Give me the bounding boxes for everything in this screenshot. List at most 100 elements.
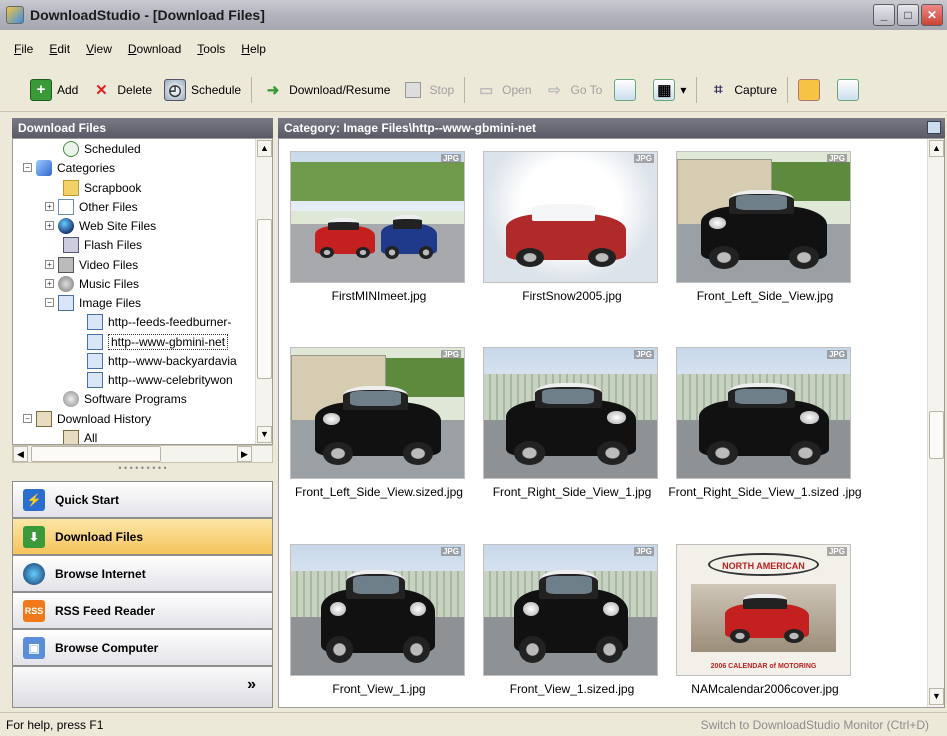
jpg-badge: JPG [440, 154, 461, 163]
thumbnail-image[interactable]: JPG [290, 151, 465, 283]
chevron-down-icon[interactable]: ▾ [680, 83, 686, 97]
tree-item-flash-files[interactable]: Flash Files [63, 235, 142, 254]
go-to-folder-icon: ⇨ [548, 81, 561, 99]
view-mode-button[interactable]: ▦ ▾ [647, 75, 692, 105]
menu-tools[interactable]: Tools [189, 40, 233, 58]
tree-item-feeds-feedburner[interactable]: http--feeds-feedburner- [87, 312, 231, 331]
right-panel-header: Category: Image Files\http--www-gbmini-n… [278, 118, 945, 138]
nav-download-files[interactable]: ⬇ Download Files [12, 518, 273, 555]
browser-icon [23, 562, 45, 585]
tree-item-all[interactable]: All [63, 428, 97, 444]
tree-item-scheduled[interactable]: Scheduled [63, 139, 141, 158]
menu-file[interactable]: File [6, 40, 41, 58]
jpg-badge: JPG [826, 350, 847, 359]
title-bar[interactable]: DownloadStudio - [Download Files] _ □ ✕ [0, 0, 947, 30]
tree-item-celebritywon[interactable]: http--www-celebritywon [87, 370, 233, 389]
splitter-handle[interactable]: • • • • • • • • • [12, 463, 273, 481]
properties-button[interactable] [608, 75, 647, 105]
add-button[interactable]: + Add [24, 75, 84, 105]
nav-quick-start[interactable]: ⚡ Quick Start [12, 481, 273, 518]
thumbnail-image[interactable]: JPG [676, 151, 851, 283]
scroll-up-icon[interactable]: ▲ [257, 140, 272, 157]
tree-item-categories[interactable]: − Categories [23, 158, 115, 177]
collapse-icon[interactable]: − [23, 414, 32, 423]
menu-download[interactable]: Download [120, 40, 189, 58]
menu-help[interactable]: Help [233, 40, 274, 58]
app-window: DownloadStudio - [Download Files] _ □ ✕ … [0, 0, 947, 736]
toolbar-separator [251, 76, 253, 103]
stop-button[interactable]: Stop [396, 75, 460, 105]
go-to-button[interactable]: ⇨ Go To [538, 75, 609, 105]
tree-item-gbmini-net[interactable]: http--www-gbmini-net [87, 332, 229, 351]
clipboard-icon [798, 78, 821, 101]
thumbnail-caption: FirstMINImeet.jpg [331, 289, 427, 303]
tree-horizontal-scrollbar[interactable]: ◀ ▶ [12, 445, 273, 463]
expand-icon[interactable]: + [45, 202, 54, 211]
jpg-badge: JPG [440, 350, 461, 359]
window-icon [837, 78, 860, 101]
panel-options-icon[interactable] [927, 121, 941, 134]
thumbnail-caption: NAMcalendar2006cover.jpg [691, 682, 839, 696]
tree-item-scrapbook[interactable]: Scrapbook [63, 178, 141, 197]
expand-icon[interactable]: + [45, 221, 54, 230]
view-grid-icon: ▦ [653, 78, 676, 101]
thumbnail-image[interactable]: JPG [483, 347, 658, 479]
software-icon [63, 390, 79, 407]
menu-edit[interactable]: Edit [41, 40, 78, 58]
jpg-badge: JPG [633, 350, 654, 359]
jpg-badge: JPG [633, 154, 654, 163]
thumbnail-image[interactable]: JPG [483, 544, 658, 676]
jpg-badge: JPG [440, 547, 461, 556]
tree-vertical-scrollbar[interactable]: ▲ ▼ [255, 139, 272, 444]
scroll-down-icon[interactable]: ▼ [929, 688, 944, 705]
collapse-icon[interactable]: − [23, 163, 32, 172]
status-monitor-text[interactable]: Switch to DownloadStudio Monitor (Ctrl+D… [701, 718, 929, 732]
scroll-up-icon[interactable]: ▲ [929, 140, 944, 157]
clipboard-monitor-button[interactable] [792, 75, 831, 105]
nav-browse-computer[interactable]: ▣ Browse Computer [12, 629, 273, 666]
download-resume-button[interactable]: ➜ Download/Resume [256, 75, 396, 105]
tree-item-web-site-files[interactable]: + Web Site Files [45, 216, 156, 235]
scroll-thumb[interactable] [31, 446, 161, 462]
minimize-button[interactable]: _ [873, 4, 895, 26]
thumbnail-image[interactable]: JPG [483, 151, 658, 283]
delete-button[interactable]: ✕ Delete [84, 75, 158, 105]
nav-rss-feed-reader[interactable]: RSS RSS Feed Reader [12, 592, 273, 629]
more-buttons-icon[interactable]: » [247, 676, 256, 694]
close-button[interactable]: ✕ [921, 4, 943, 26]
thumbnail-image[interactable]: JPG [676, 347, 851, 479]
thumbnail-image[interactable]: JPG [290, 347, 465, 479]
tree-item-software-programs[interactable]: Software Programs [63, 389, 187, 408]
toolbar-separator [787, 76, 789, 103]
scroll-right-icon[interactable]: ▶ [237, 446, 252, 462]
thumbnail-image[interactable]: JPG [290, 544, 465, 676]
menu-view[interactable]: View [78, 40, 120, 58]
tree-item-backyardavia[interactable]: http--www-backyardavia [87, 351, 237, 370]
add-icon: + [30, 78, 52, 101]
maximize-button[interactable]: □ [897, 4, 919, 26]
tree-item-music-files[interactable]: + Music Files [45, 274, 139, 293]
switch-window-button[interactable] [831, 75, 870, 105]
scroll-thumb[interactable] [929, 411, 944, 459]
tree-item-video-files[interactable]: + Video Files [45, 255, 138, 274]
status-help-text: For help, press F1 [6, 717, 104, 732]
scroll-down-icon[interactable]: ▼ [257, 426, 272, 443]
jpg-badge: JPG [633, 547, 654, 556]
collapse-icon[interactable]: − [45, 298, 54, 307]
properties-icon [614, 78, 637, 101]
expand-icon[interactable]: + [45, 260, 54, 269]
scroll-thumb[interactable] [257, 219, 272, 379]
tree-item-other-files[interactable]: + Other Files [45, 197, 138, 216]
expand-icon[interactable]: + [45, 279, 54, 288]
content-vertical-scrollbar[interactable]: ▲ ▼ [927, 139, 944, 707]
schedule-button[interactable]: ◴ Schedule [158, 75, 247, 105]
tree-item-image-files[interactable]: − Image Files [45, 293, 141, 312]
open-button[interactable]: ▭ Open [469, 75, 537, 105]
capture-button[interactable]: ⌗ Capture [701, 75, 783, 105]
thumbnail-image[interactable]: NORTH AMERICAN MOTORING.COM 2006 CALENDA… [676, 544, 851, 676]
tree-item-download-history[interactable]: − Download History [23, 409, 151, 428]
rss-icon: RSS [23, 599, 45, 622]
scrapbook-icon [63, 179, 79, 196]
nav-browse-internet[interactable]: Browse Internet [12, 555, 273, 592]
scroll-left-icon[interactable]: ◀ [13, 446, 28, 462]
